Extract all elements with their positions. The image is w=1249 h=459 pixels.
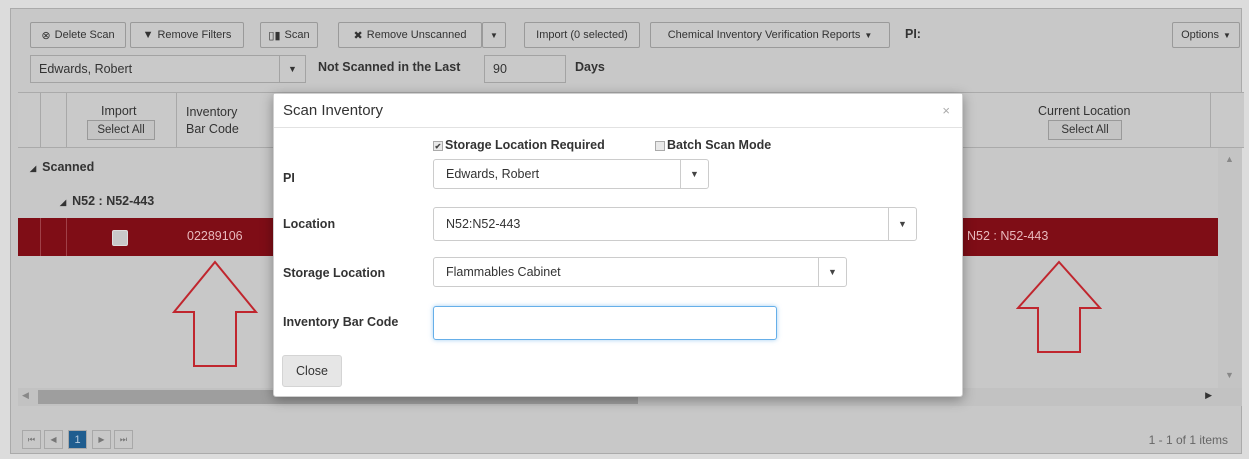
checkbox-unchecked-icon (655, 140, 665, 151)
row-barcode: 02289106 (187, 229, 243, 243)
circle-x-icon: ⊗ (41, 29, 51, 42)
chevron-down-icon: ▼ (680, 160, 708, 188)
pi-select[interactable]: Edwards, Robert ▼ (433, 159, 709, 189)
last-page-button[interactable]: ⏭ (114, 430, 133, 449)
close-icon[interactable]: × (942, 103, 950, 118)
pi-label: PI: (905, 27, 921, 41)
location-select[interactable]: N52:N52-443 ▼ (433, 207, 917, 241)
scan-inventory-dialog: Scan Inventory × ✔ Storage Location Requi… (273, 93, 963, 397)
current-page[interactable]: 1 (68, 430, 87, 449)
scroll-left-icon: ◀ (22, 390, 29, 400)
location-select-all-button[interactable]: Select All (1048, 120, 1122, 140)
inventory-barcode-input[interactable] (433, 306, 777, 340)
barcode-column-header: Inventory Bar Code (186, 105, 239, 136)
reports-dropdown-button[interactable]: Chemical Inventory Verification Reports … (650, 22, 890, 48)
next-page-button[interactable]: ▶ (92, 430, 111, 449)
chevron-down-icon: ▼ (864, 30, 873, 40)
chevron-down-icon: ▼ (888, 208, 916, 240)
row-import-checkbox[interactable] (112, 230, 128, 246)
scroll-down-icon: ▼ (1225, 370, 1234, 380)
location-column-header: Current Location (1038, 104, 1131, 118)
storage-required-checkbox[interactable]: ✔ Storage Location Required (433, 138, 605, 152)
import-selected-button[interactable]: Import (0 selected) (524, 22, 640, 48)
collapse-triangle-icon: ◢ (60, 198, 67, 207)
scan-button[interactable]: ▯▮ Scan (260, 22, 318, 48)
options-button[interactable]: Options ▼ (1172, 22, 1240, 48)
remove-unscanned-dropdown[interactable]: ▼ (482, 22, 506, 48)
chevron-down-icon: ▼ (279, 56, 305, 82)
dialog-header: Scan Inventory × (274, 94, 962, 128)
pi-select[interactable]: Edwards, Robert ▼ (30, 55, 306, 83)
collapse-triangle-icon: ◢ (30, 164, 37, 173)
x-icon: ✖ (353, 29, 363, 42)
import-column-header: Import (101, 104, 137, 118)
vertical-scrollbar[interactable]: ▲ ▼ (1218, 148, 1242, 388)
annotation-arrow-right (1016, 260, 1102, 353)
dialog-title: Scan Inventory (283, 102, 384, 119)
inventory-barcode-label: Inventory Bar Code (283, 315, 399, 329)
pager-summary: 1 - 1 of 1 items (1148, 433, 1228, 447)
not-scanned-label: Not Scanned in the Last (318, 60, 461, 74)
filter-icon: ▼ (142, 29, 154, 41)
days-label: Days (575, 60, 605, 74)
close-button[interactable]: Close (282, 355, 342, 387)
scroll-right-icon: ▶ (1205, 390, 1212, 400)
prev-page-button[interactable]: ◀ (44, 430, 63, 449)
days-input[interactable]: 90 (484, 55, 566, 83)
first-page-button[interactable]: ⏮ (22, 430, 41, 449)
location-label: Location (283, 217, 336, 231)
chevron-down-icon: ▼ (818, 258, 846, 286)
checkbox-checked-icon: ✔ (433, 140, 443, 151)
barcode-icon: ▯▮ (268, 29, 281, 42)
annotation-arrow-left (172, 260, 258, 367)
chevron-down-icon: ▼ (490, 30, 498, 40)
remove-filters-button[interactable]: ▼ Remove Filters (130, 22, 244, 48)
import-select-all-button[interactable]: Select All (87, 120, 155, 140)
storage-location-select[interactable]: Flammables Cabinet ▼ (433, 257, 847, 287)
remove-unscanned-button[interactable]: ✖ Remove Unscanned (338, 22, 482, 48)
pi-label: PI (283, 171, 295, 185)
chevron-down-icon: ▼ (1223, 30, 1231, 40)
group-scanned[interactable]: ◢ Scanned (30, 160, 94, 174)
scroll-up-icon: ▲ (1225, 154, 1234, 164)
delete-scan-button[interactable]: ⊗ Delete Scan (30, 22, 126, 48)
storage-location-label: Storage Location (283, 266, 386, 280)
row-location: N52 : N52-443 (967, 229, 1049, 243)
group-location[interactable]: ◢ N52 : N52-443 (60, 194, 154, 208)
batch-scan-mode-checkbox[interactable]: Batch Scan Mode (655, 138, 771, 152)
